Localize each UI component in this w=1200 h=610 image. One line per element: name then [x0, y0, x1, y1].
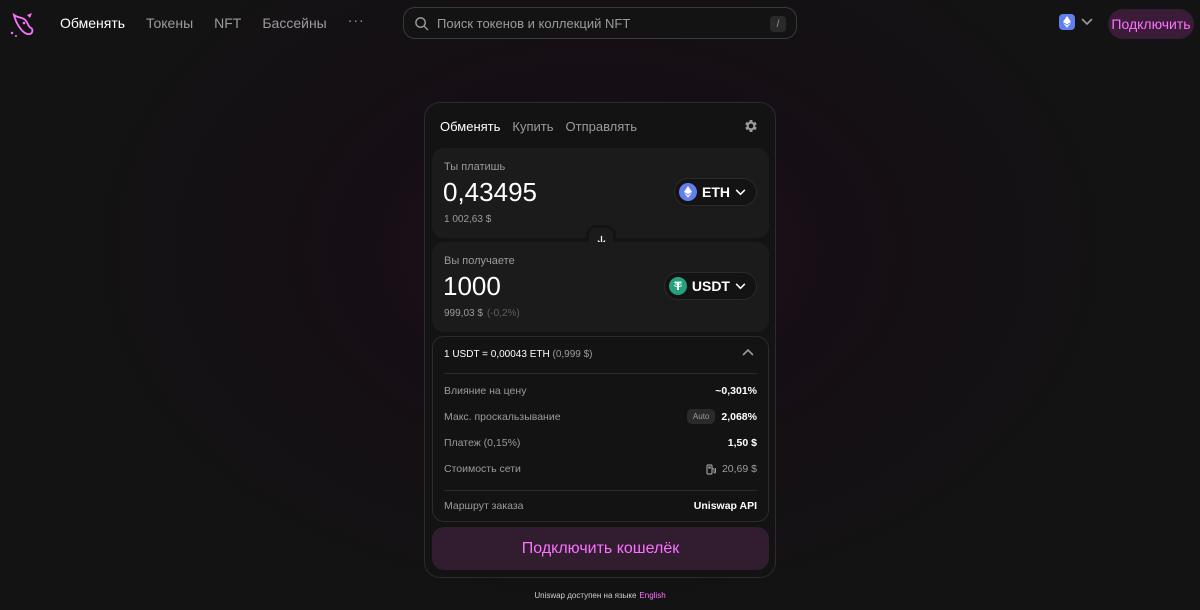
chevron-down-icon — [1081, 18, 1093, 26]
top-nav-bar: Обменять Токены NFT Бассейны ··· / Подкл… — [0, 0, 1200, 48]
order-route-row: Маршрут заказа Uniswap API — [444, 500, 757, 512]
uniswap-logo-icon[interactable] — [8, 9, 38, 39]
pay-token-selector[interactable]: ETH — [674, 178, 757, 206]
more-menu-icon[interactable]: ··· — [348, 12, 365, 28]
tab-send[interactable]: Отправлять — [566, 119, 638, 134]
receive-token-selector[interactable]: USDT — [663, 272, 757, 300]
network-cost-row: Стоимость сети 20,69 $ — [444, 463, 757, 475]
network-selector[interactable] — [1059, 14, 1093, 30]
exchange-rate-value: 1 USDT = 0,00043 ETH — [444, 349, 550, 360]
search-bar[interactable]: / — [403, 7, 797, 39]
eth-token-icon — [679, 183, 697, 201]
chevron-down-icon — [735, 189, 746, 195]
receive-panel: Вы получаете 999,03 $(-0,2%) USDT — [432, 242, 769, 332]
search-input[interactable] — [437, 15, 757, 31]
max-slippage-value: 2,068% — [721, 410, 757, 423]
pay-amount-input[interactable] — [443, 177, 643, 208]
receive-amount-input[interactable] — [443, 271, 643, 302]
price-impact-label: Влияние на цену — [444, 385, 527, 397]
nav-item-swap[interactable]: Обменять — [60, 15, 125, 31]
pay-label: Ты платишь — [444, 161, 506, 173]
language-link[interactable]: English — [639, 591, 665, 600]
swap-details: 1 USDT = 0,00043 ETH (0,999 $) Влияние н… — [432, 336, 769, 522]
search-shortcut-badge: / — [770, 16, 786, 32]
chevron-down-icon — [735, 283, 746, 289]
max-slippage-row: Макс. проскальзывание Auto 2,068% — [444, 409, 757, 424]
gas-pump-icon — [706, 463, 716, 475]
swap-card: Обменять Купить Отправлять Ты платишь 1 … — [424, 102, 776, 578]
receive-token-symbol: USDT — [691, 278, 730, 294]
order-route-label: Маршрут заказа — [444, 500, 524, 512]
language-footer: Uniswap доступен на языке English — [0, 591, 1200, 600]
network-cost-label: Стоимость сети — [444, 463, 521, 475]
nav-item-nft[interactable]: NFT — [214, 15, 241, 31]
price-impact-value: ~0,301% — [715, 385, 757, 397]
receive-usd-amount: 999,03 $ — [444, 308, 483, 319]
auto-badge: Auto — [686, 409, 716, 424]
connect-button[interactable]: Подключить — [1108, 9, 1194, 39]
max-slippage-label: Макс. проскальзывание — [444, 410, 561, 423]
nav-item-tokens[interactable]: Токены — [146, 15, 193, 31]
fee-value: 1,50 $ — [727, 437, 757, 449]
exchange-rate[interactable]: 1 USDT = 0,00043 ETH (0,999 $) — [444, 349, 593, 360]
nav-item-pools[interactable]: Бассейны — [262, 15, 326, 31]
divider — [444, 490, 757, 491]
pay-usd-value: 1 002,63 $ — [444, 214, 492, 225]
language-footer-text: Uniswap доступен на языке — [534, 591, 637, 600]
main-nav: Обменять Токены NFT Бассейны ··· — [60, 12, 365, 31]
fee-row: Платеж (0,15%) 1,50 $ — [444, 437, 757, 449]
connect-wallet-button[interactable]: Подключить кошелёк — [432, 527, 769, 570]
tab-buy[interactable]: Купить — [512, 119, 553, 134]
chevron-up-icon[interactable] — [742, 348, 754, 356]
tab-swap[interactable]: Обменять — [440, 119, 500, 134]
gear-icon[interactable] — [743, 118, 759, 134]
order-route-value: Uniswap API — [693, 500, 757, 512]
ethereum-network-icon — [1059, 14, 1075, 30]
search-icon — [415, 16, 429, 30]
exchange-rate-usd: (0,999 $) — [552, 349, 593, 360]
usdt-token-icon — [668, 277, 687, 295]
receive-usd-diff: (-0,2%) — [486, 308, 520, 319]
price-impact-row: Влияние на цену ~0,301% — [444, 385, 757, 397]
fee-label: Платеж (0,15%) — [444, 437, 521, 449]
swap-tabs: Обменять Купить Отправлять — [440, 119, 637, 134]
receive-label: Вы получаете — [444, 255, 515, 267]
network-cost-value: 20,69 $ — [721, 463, 757, 475]
divider — [444, 373, 757, 374]
pay-token-symbol: ETH — [702, 184, 730, 200]
receive-usd-value: 999,03 $ (-0,2%) — [444, 308, 520, 319]
